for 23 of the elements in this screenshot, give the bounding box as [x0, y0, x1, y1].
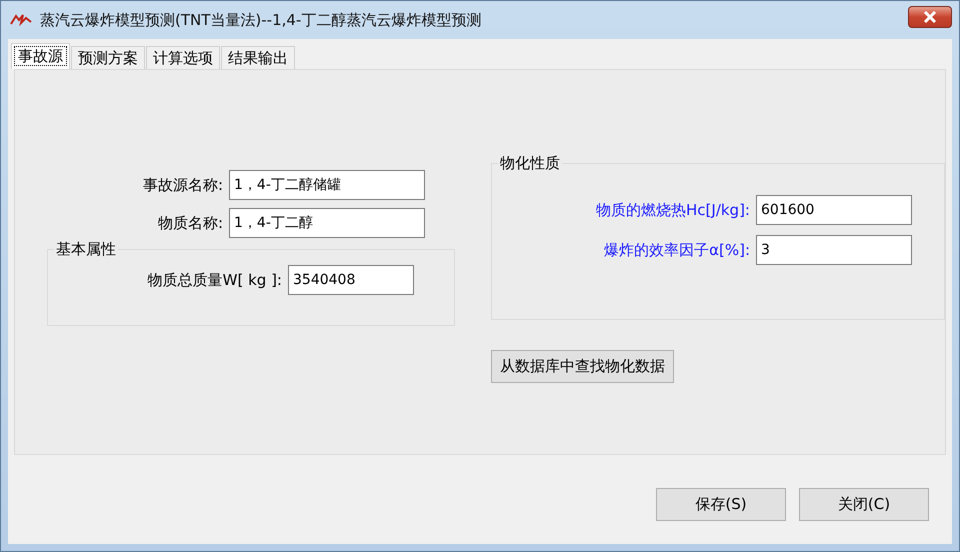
- group-title: 物化性质: [499, 154, 561, 173]
- lookup-button[interactable]: 从数据库中查找物化数据: [491, 350, 674, 383]
- field-label: 事故源名称:: [142, 176, 223, 194]
- field-label: 爆炸的效率因子α[%]:: [604, 240, 750, 260]
- dialog-button[interactable]: 关闭(C): [799, 488, 929, 521]
- close-icon: [923, 11, 937, 23]
- input-field[interactable]: 3540408: [288, 265, 414, 295]
- app-logo-icon: [10, 14, 32, 26]
- field-label: 物质的燃烧热Hc[J/kg]:: [596, 200, 750, 220]
- input-field[interactable]: 1，4-丁二醇储罐: [229, 170, 425, 200]
- group-title: 基本属性: [55, 240, 117, 259]
- tab[interactable]: 结果输出: [221, 46, 295, 69]
- input-field[interactable]: 3: [756, 235, 912, 265]
- tab[interactable]: 计算选项: [146, 46, 220, 69]
- field-label: 物质总质量W[ kg ]:: [148, 270, 282, 290]
- input-field[interactable]: 601600: [756, 195, 912, 225]
- dialog-button[interactable]: 保存(S): [656, 488, 786, 521]
- tab[interactable]: 预测方案: [71, 46, 145, 69]
- field-label: 物质名称:: [158, 214, 223, 232]
- tab[interactable]: 事故源: [11, 43, 70, 69]
- input-field[interactable]: 1，4-丁二醇: [229, 208, 425, 238]
- window-title: 蒸汽云爆炸模型预测(TNT当量法)--1,4-丁二醇蒸汽云爆炸模型预测: [40, 10, 482, 30]
- close-button[interactable]: [908, 6, 952, 28]
